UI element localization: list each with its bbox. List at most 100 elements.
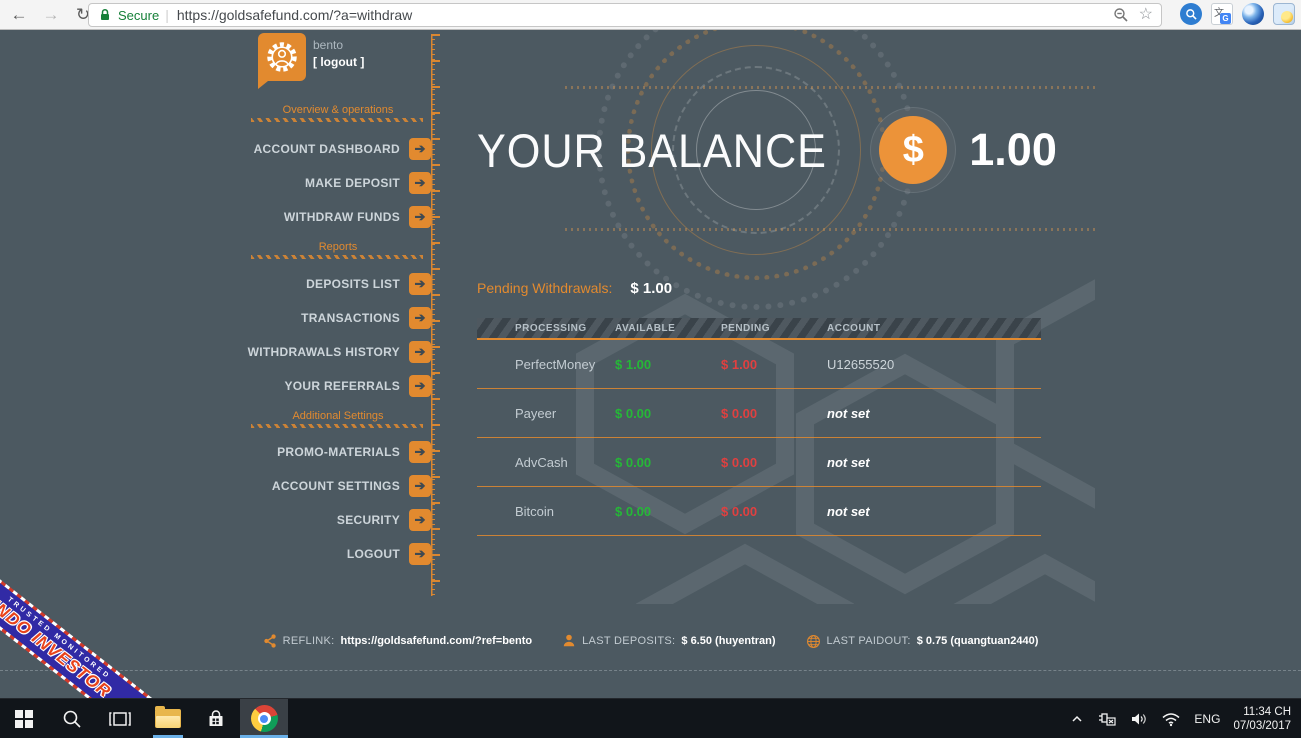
cell-account: not set — [827, 455, 870, 470]
url-text[interactable]: https://goldsafefund.com/?a=withdraw — [177, 7, 1113, 23]
last-deposits-label: LAST DEPOSITS: — [582, 635, 676, 647]
store-bag-icon — [209, 709, 223, 726]
sidebar-item-account-settings[interactable]: ACCOUNT SETTINGS ➔ — [245, 475, 431, 497]
ruler-decoration — [431, 34, 440, 596]
store-button[interactable] — [192, 699, 240, 738]
pending-withdrawals: Pending Withdrawals: $ 1.00 — [477, 280, 672, 297]
search-extension-icon[interactable] — [1180, 3, 1202, 25]
footer-links: REFLINK: https://goldsafefund.com/?ref=b… — [0, 633, 1301, 649]
pending-withdrawals-label: Pending Withdrawals: — [477, 280, 613, 296]
table-header-row: PROCESSING AVAILABLE PENDING ACCOUNT — [477, 318, 1041, 340]
browser-toolbar: ← → ↻ Secure | https://goldsafefund.com/… — [0, 0, 1301, 30]
chrome-button[interactable] — [240, 699, 288, 738]
tray-language-indicator[interactable]: ENG — [1194, 712, 1220, 726]
withdrawals-table: PROCESSING AVAILABLE PENDING ACCOUNT Per… — [477, 318, 1041, 536]
cell-pending: $ 0.00 — [721, 455, 758, 470]
last-paidout-value: $ 0.75 (quangtuan2440) — [916, 635, 1039, 647]
cell-available: $ 0.00 — [615, 504, 652, 519]
column-header-pending: PENDING — [721, 323, 771, 334]
system-tray: ENG 11:34 CH 07/03/2017 — [1070, 699, 1301, 738]
tray-wifi-icon[interactable] — [1161, 711, 1181, 727]
tray-clock[interactable]: 11:34 CH 07/03/2017 — [1233, 705, 1291, 733]
globe-icon — [806, 634, 820, 648]
reflink-value[interactable]: https://goldsafefund.com/?ref=bento — [341, 635, 533, 647]
omnibox-divider: | — [165, 7, 169, 23]
share-icon — [263, 634, 276, 648]
logout-link-top[interactable]: [ logout ] — [313, 55, 364, 69]
arrow-right-icon: ➔ — [409, 475, 431, 497]
cell-account: not set — [827, 406, 870, 421]
arrow-right-icon: ➔ — [409, 441, 431, 463]
extension-icons: 文 G — [1180, 3, 1295, 25]
file-explorer-button[interactable] — [144, 699, 192, 738]
cell-pending: $ 1.00 — [721, 357, 758, 372]
sidebar-item-deposits-list[interactable]: DEPOSITS LIST ➔ — [245, 273, 431, 295]
secure-lock-icon — [101, 8, 109, 20]
cell-available: $ 0.00 — [615, 406, 652, 421]
section-header-reports: Reports — [318, 241, 358, 253]
sidebar-item-security[interactable]: SECURITY ➔ — [245, 509, 431, 531]
last-paidout-label: LAST PAIDOUT: — [826, 635, 911, 647]
taskbar-search-button[interactable] — [48, 699, 96, 738]
column-header-available: AVAILABLE — [615, 323, 676, 334]
sidebar-item-account-dashboard[interactable]: ACCOUNT DASHBOARD ➔ — [245, 138, 431, 160]
table-row-advcash: AdvCash $ 0.00 $ 0.00 not set — [477, 438, 1041, 487]
sidebar-item-promo-materials[interactable]: PROMO-MATERIALS ➔ — [245, 441, 431, 463]
arrow-right-icon: ➔ — [409, 172, 431, 194]
arrow-right-icon: ➔ — [409, 543, 431, 565]
cell-processing: PerfectMoney — [515, 357, 596, 372]
address-bar[interactable]: Secure | https://goldsafefund.com/?a=wit… — [88, 3, 1162, 27]
last-deposits-item: LAST DEPOSITS: $ 6.50 (huyentran) — [562, 633, 776, 649]
arrow-right-icon: ➔ — [409, 307, 431, 329]
sidebar-item-your-referrals[interactable]: YOUR REFERRALS ➔ — [245, 375, 431, 397]
dashed-rule-decoration — [565, 86, 1095, 89]
chrome-icon — [250, 705, 278, 732]
tray-time: 11:34 CH — [1243, 705, 1291, 718]
cell-available: $ 0.00 — [615, 455, 652, 470]
dashed-rule-decoration — [565, 228, 1095, 231]
sidebar-item-transactions[interactable]: TRANSACTIONS ➔ — [245, 307, 431, 329]
username: bento — [313, 38, 344, 52]
sidebar-item-withdraw-funds[interactable]: WITHDRAW FUNDS ➔ — [245, 206, 431, 228]
tray-power-plug-icon[interactable] — [1097, 711, 1117, 727]
web-page: bento [ logout ] Overview & operations A… — [0, 30, 1301, 698]
arrow-right-icon: ➔ — [409, 375, 431, 397]
cell-pending: $ 0.00 — [721, 406, 758, 421]
arrow-right-icon: ➔ — [409, 509, 431, 531]
start-button[interactable] — [0, 699, 48, 738]
tray-volume-icon[interactable] — [1130, 711, 1148, 727]
misc-extension-icon[interactable] — [1273, 3, 1295, 25]
back-icon[interactable]: ← — [6, 3, 32, 27]
cell-processing: Payeer — [515, 406, 557, 421]
cell-available: $ 1.00 — [615, 357, 652, 372]
person-icon — [563, 634, 575, 647]
sidebar-item-withdrawals-history[interactable]: WITHDRAWALS HISTORY ➔ — [245, 341, 431, 363]
zoom-out-icon[interactable] — [1113, 7, 1129, 23]
hatch-divider — [251, 255, 423, 259]
section-header-overview: Overview & operations — [282, 104, 394, 116]
cell-processing: AdvCash — [515, 455, 568, 470]
cell-pending: $ 0.00 — [721, 504, 758, 519]
forward-icon[interactable]: → — [38, 3, 64, 27]
balance-section: YOUR BALANCE $ 1.00 — [477, 114, 1057, 186]
task-view-button[interactable] — [96, 699, 144, 738]
windows-logo-icon — [15, 709, 33, 728]
translate-extension-icon[interactable]: 文 G — [1211, 3, 1233, 25]
taskbar: ENG 11:34 CH 07/03/2017 — [0, 698, 1301, 738]
table-row-payeer: Payeer $ 0.00 $ 0.00 not set — [477, 389, 1041, 438]
avatar[interactable] — [258, 33, 306, 89]
reflink-item: REFLINK: https://goldsafefund.com/?ref=b… — [263, 633, 533, 649]
browser-bird-extension-icon[interactable] — [1242, 3, 1264, 25]
gear-user-icon — [267, 42, 297, 72]
tray-chevron-up-icon[interactable] — [1070, 713, 1084, 725]
footer-dashed-divider — [0, 670, 1301, 671]
sidebar-item-logout[interactable]: LOGOUT ➔ — [245, 543, 431, 565]
arrow-right-icon: ➔ — [409, 138, 431, 160]
last-paidout-item: LAST PAIDOUT: $ 0.75 (quangtuan2440) — [806, 634, 1039, 649]
cell-processing: Bitcoin — [515, 504, 555, 519]
arrow-right-icon: ➔ — [409, 273, 431, 295]
sidebar-item-make-deposit[interactable]: MAKE DEPOSIT ➔ — [245, 172, 431, 194]
dollar-circle-icon: $ — [879, 116, 948, 184]
bookmark-star-icon[interactable]: ☆ — [1139, 7, 1153, 23]
monitor-ribbon: TRUSTED MONITORED INDO INVESTOR — [0, 553, 164, 698]
